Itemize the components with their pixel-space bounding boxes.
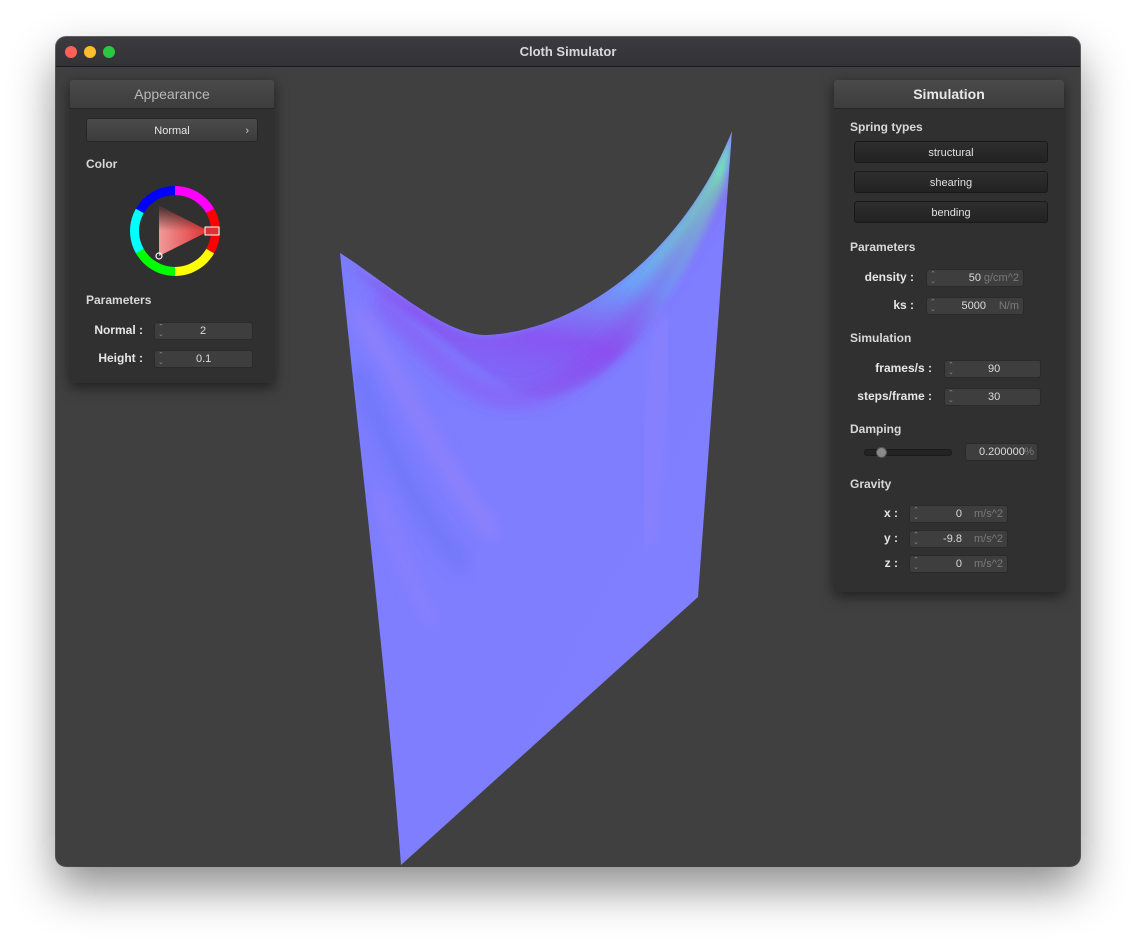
frames-per-second-label: frames/s : [875,361,932,375]
gravity-x-field[interactable]: ⌃ ⌄ 0 m/s^2 [909,505,1008,523]
gravity-z-value: 0 [955,558,962,570]
ks-value: 5000 [961,300,986,312]
shearing-button[interactable]: shearing [854,171,1048,193]
gravity-z-field[interactable]: ⌃ ⌄ 0 m/s^2 [909,555,1008,573]
stepper-icon[interactable]: ⌃ ⌄ [913,507,919,521]
steps-per-frame-value: 30 [988,391,1001,403]
sim-params-label: Parameters [850,240,916,254]
shader-combo[interactable]: Normal › [86,118,258,142]
density-unit: g/cm^2 [983,272,1019,284]
app-window: Cloth Simulator Appearance Normal › Colo… [56,37,1080,866]
gravity-y-field[interactable]: ⌃ ⌄ -9.8 m/s^2 [909,530,1008,548]
stepper-icon[interactable]: ⌃ ⌄ [930,299,936,313]
simulation-panel: Simulation Spring types structural shear… [834,80,1064,592]
stepper-icon[interactable]: ⌃ ⌄ [930,271,936,285]
gravity-x-label: x : [883,506,898,520]
ks-label: ks : [893,298,914,312]
gravity-x-unit: m/s^2 [974,508,1003,520]
height-label: Height : [98,351,143,365]
color-section-label: Color [86,157,118,171]
structural-button[interactable]: structural [854,141,1048,163]
cloth-viewport[interactable]: Appearance Normal › Color Parameters Nor… [56,67,1080,866]
ks-field[interactable]: ⌃ ⌄ 5000 N/m [926,297,1024,315]
damping-value: 0.200000 [979,446,1025,458]
hue-handle[interactable] [204,226,220,236]
sim-section-label: Simulation [850,331,912,345]
density-field[interactable]: ⌃ ⌄ 50 g/cm^2 [926,269,1024,287]
density-value: 50 [968,272,981,284]
density-label: density : [864,270,914,284]
spring-types-label: Spring types [850,120,923,134]
bending-button[interactable]: bending [854,201,1048,223]
stepper-icon[interactable]: ⌃ ⌄ [158,352,164,366]
window-title: Cloth Simulator [519,44,617,59]
damping-label: Damping [850,422,902,436]
damping-field[interactable]: 0.200000 % [965,443,1038,461]
normal-value: 2 [200,325,207,337]
appearance-panel-header: Appearance [70,80,274,109]
simulation-panel-header: Simulation [834,80,1064,109]
gravity-label: Gravity [850,477,892,491]
gravity-x-value: 0 [955,508,962,520]
gravity-y-label: y : [883,531,898,545]
title-bar: Cloth Simulator [56,37,1080,67]
height-field[interactable]: ⌃ ⌄ 0.1 [154,350,253,368]
damping-slider-handle[interactable] [876,447,887,458]
frames-per-second-field[interactable]: ⌃ ⌄ 90 [944,360,1041,378]
gravity-y-unit: m/s^2 [974,533,1003,545]
color-wheel[interactable] [128,184,222,278]
stepper-icon[interactable]: ⌃ ⌄ [948,390,954,404]
appearance-panel: Appearance Normal › Color Parameters Nor… [70,80,274,383]
frames-per-second-value: 90 [988,363,1001,375]
stepper-icon[interactable]: ⌃ ⌄ [913,557,919,571]
chevron-right-icon: › [245,125,249,137]
steps-per-frame-label: steps/frame : [857,389,932,403]
gravity-y-value: -9.8 [943,533,962,545]
damping-slider[interactable] [864,447,952,458]
damping-unit: % [1024,446,1034,458]
normal-field[interactable]: ⌃ ⌄ 2 [154,322,253,340]
shader-combo-label: Normal [154,125,190,137]
gravity-z-unit: m/s^2 [974,558,1003,570]
stepper-icon[interactable]: ⌃ ⌄ [948,362,954,376]
stepper-icon[interactable]: ⌃ ⌄ [913,532,919,546]
stepper-icon[interactable]: ⌃ ⌄ [158,324,164,338]
steps-per-frame-field[interactable]: ⌃ ⌄ 30 [944,388,1041,406]
ks-unit: N/m [998,300,1019,312]
normal-label: Normal : [94,323,143,337]
gravity-z-label: z : [884,556,898,570]
height-value: 0.1 [196,353,212,365]
appearance-params-label: Parameters [86,293,152,307]
